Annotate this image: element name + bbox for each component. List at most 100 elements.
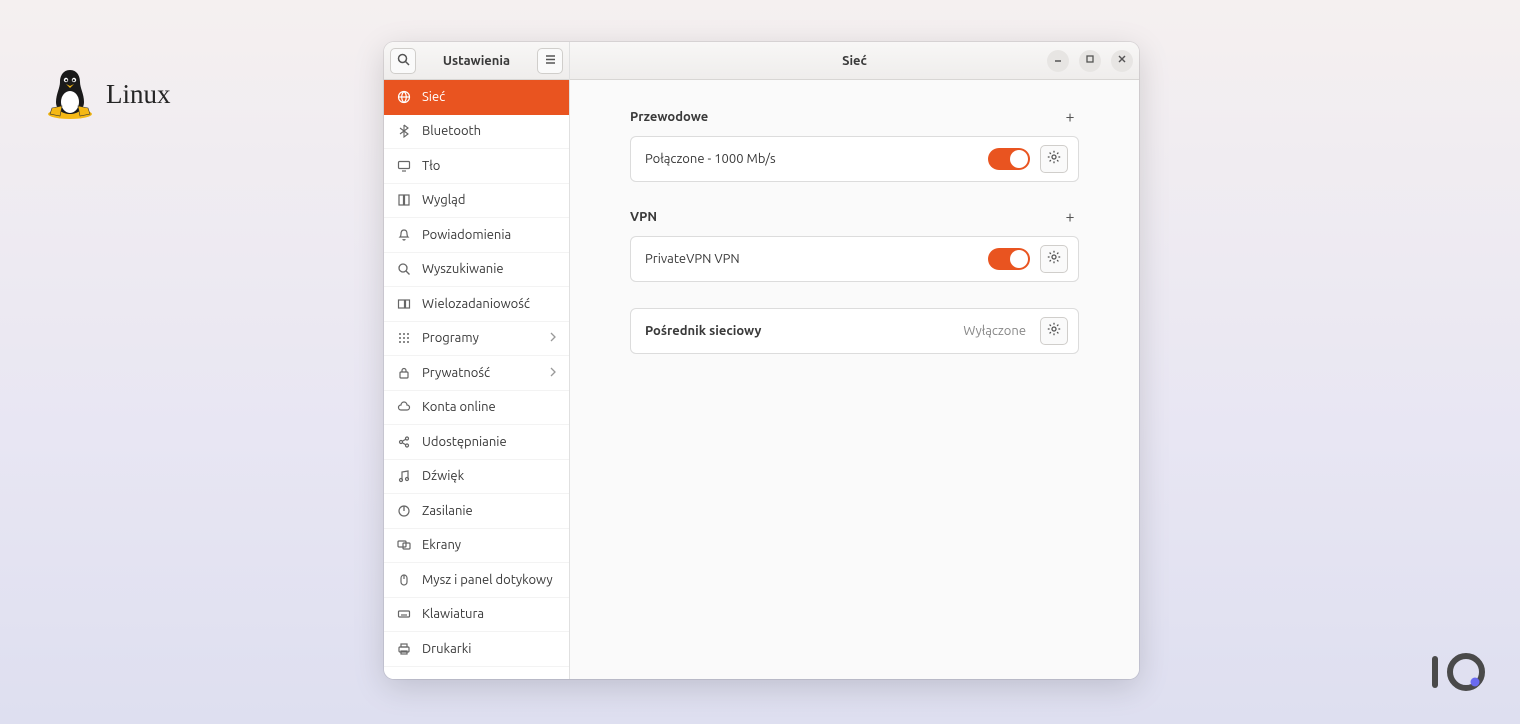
hamburger-icon [544,52,557,70]
wired-section-header: Przewodowe + [630,108,1079,126]
sidebar-item-prywatność[interactable]: Prywatność [384,356,569,391]
sidebar-item-label: Klawiatura [422,607,484,621]
appearance-icon [396,193,412,207]
vpn-header-label: VPN [630,210,657,224]
proxy-row: Pośrednik sieciowy Wyłączone [630,308,1079,354]
vpn-toggle[interactable] [988,248,1030,270]
page-title: Sieć [842,54,867,68]
sidebar-item-label: Dźwięk [422,469,464,483]
settings-window: Ustawienia Sieć Bluetooth Tło Wygląd Powiado… [384,42,1139,679]
menu-button[interactable] [537,48,563,74]
chevron-right-icon [549,366,557,380]
search-icon [396,262,412,276]
sidebar-item-bluetooth[interactable]: Bluetooth [384,115,569,150]
sidebar-items: Sieć Bluetooth Tło Wygląd Powiadomienia Wyszu… [384,80,569,679]
main-header: Sieć [570,42,1139,80]
plus-icon: + [1065,208,1074,226]
wired-status: Połączone - 1000 Mb/s [645,152,978,166]
content: Przewodowe + Połączone - 1000 Mb/s VPN +… [570,80,1139,382]
sidebar-item-tło[interactable]: Tło [384,149,569,184]
linux-label: Linux [106,79,171,110]
ten-logo [1426,652,1486,696]
sidebar-item-udostępnianie[interactable]: Udostępnianie [384,425,569,460]
sidebar-item-konta-online[interactable]: Konta online [384,391,569,426]
proxy-settings-button[interactable] [1040,317,1068,345]
plus-icon: + [1065,108,1074,126]
sidebar-item-label: Prywatność [422,366,490,380]
screens-icon [396,538,412,552]
sidebar-item-label: Ekrany [422,538,461,552]
bluetooth-icon [396,124,412,138]
add-vpn-button[interactable]: + [1061,208,1079,226]
share-icon [396,435,412,449]
printer-icon [396,642,412,656]
mouse-icon [396,573,412,587]
sidebar-item-label: Wygląd [422,193,465,207]
sidebar-item-label: Wielozadaniowość [422,297,530,311]
sidebar-title: Ustawienia [422,54,531,68]
sidebar-item-label: Zasilanie [422,504,473,518]
search-button[interactable] [390,48,416,74]
gear-icon [1047,322,1061,340]
sidebar-item-dźwięk[interactable]: Dźwięk [384,460,569,495]
cloud-icon [396,400,412,414]
sidebar-item-label: Wyszukiwanie [422,262,504,276]
tux-icon [44,64,96,124]
sidebar-item-wielozadaniowość[interactable]: Wielozadaniowość [384,287,569,322]
wired-toggle[interactable] [988,148,1030,170]
sidebar: Ustawienia Sieć Bluetooth Tło Wygląd Powiado… [384,42,570,679]
close-icon [1117,54,1127,67]
sidebar-item-wygląd[interactable]: Wygląd [384,184,569,219]
sidebar-item-label: Konta online [422,400,496,414]
sidebar-item-mysz-i-panel-dotykowy[interactable]: Mysz i panel dotykowy [384,563,569,598]
sidebar-item-label: Mysz i panel dotykowy [422,573,553,587]
wired-connection-row: Połączone - 1000 Mb/s [630,136,1079,182]
music-icon [396,469,412,483]
vpn-settings-button[interactable] [1040,245,1068,273]
globe-icon [396,90,412,104]
sidebar-item-sieć[interactable]: Sieć [384,80,569,115]
display-icon [396,159,412,173]
sidebar-item-label: Programy [422,331,479,345]
linux-brand: Linux [44,64,171,124]
bell-icon [396,228,412,242]
proxy-label: Pośrednik sieciowy [645,324,953,338]
sidebar-item-label: Drukarki [422,642,471,656]
sidebar-item-klawiatura[interactable]: Klawiatura [384,598,569,633]
wired-header-label: Przewodowe [630,110,708,124]
sidebar-item-wyszukiwanie[interactable]: Wyszukiwanie [384,253,569,288]
vpn-connection-row: PrivateVPN VPN [630,236,1079,282]
vpn-name: PrivateVPN VPN [645,252,978,266]
maximize-button[interactable] [1079,50,1101,72]
search-icon [397,52,410,70]
wired-settings-button[interactable] [1040,145,1068,173]
minimize-icon [1053,54,1063,67]
gear-icon [1047,150,1061,168]
chevron-right-icon [549,331,557,345]
sidebar-item-drukarki[interactable]: Drukarki [384,632,569,667]
sidebar-item-ekrany[interactable]: Ekrany [384,529,569,564]
main-panel: Sieć Przewodowe + Połączone - 1000 Mb/s … [570,42,1139,679]
sidebar-item-label: Powiadomienia [422,228,511,242]
keyboard-icon [396,607,412,621]
sidebar-item-label: Bluetooth [422,124,481,138]
add-wired-button[interactable]: + [1061,108,1079,126]
proxy-status: Wyłączone [963,324,1026,338]
sidebar-header: Ustawienia [384,42,569,80]
sidebar-item-label: Tło [422,159,440,173]
sidebar-item-programy[interactable]: Programy [384,322,569,357]
close-button[interactable] [1111,50,1133,72]
sidebar-item-label: Sieć [422,90,445,104]
lock-icon [396,366,412,380]
gear-icon [1047,250,1061,268]
apps-icon [396,331,412,345]
sidebar-item-powiadomienia[interactable]: Powiadomienia [384,218,569,253]
sidebar-item-label: Udostępnianie [422,435,507,449]
minimize-button[interactable] [1047,50,1069,72]
power-icon [396,504,412,518]
multitask-icon [396,297,412,311]
maximize-icon [1085,54,1095,67]
vpn-section-header: VPN + [630,208,1079,226]
sidebar-item-zasilanie[interactable]: Zasilanie [384,494,569,529]
window-controls [1047,50,1133,72]
